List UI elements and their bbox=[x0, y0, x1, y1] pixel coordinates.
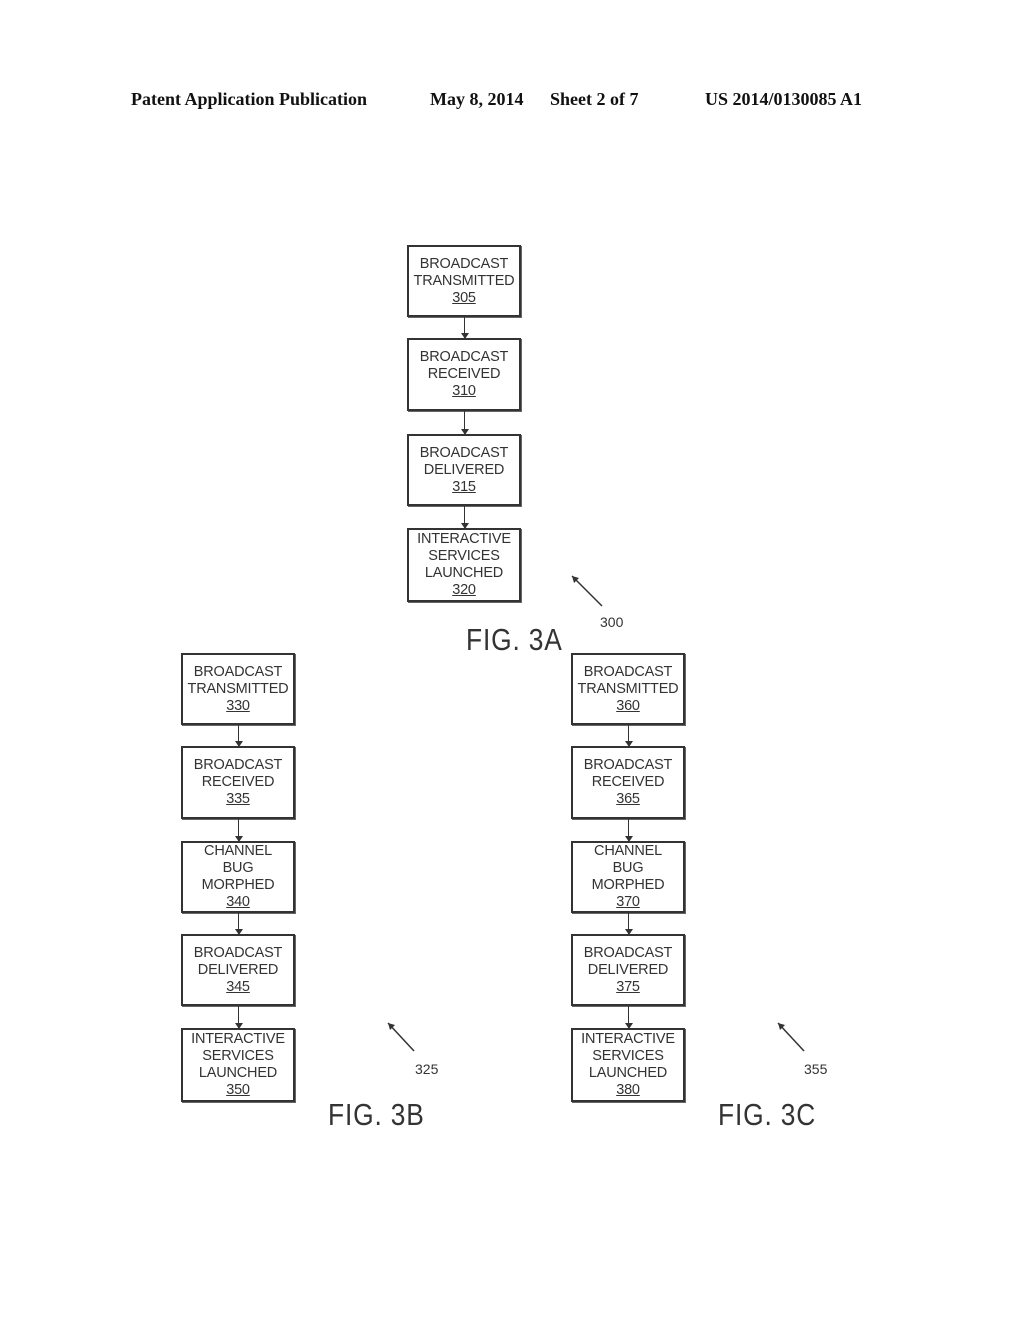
step-text-line: INTERACTIVE bbox=[191, 1031, 285, 1047]
figure-reference-number: 300 bbox=[600, 614, 624, 630]
step-text-line: CHANNEL bbox=[204, 843, 272, 859]
flow-step-365: BROADCAST RECEIVED 365 bbox=[571, 746, 685, 819]
flow-step-350: INTERACTIVE SERVICES LAUNCHED 350 bbox=[181, 1028, 295, 1102]
flow-step-335: BROADCAST RECEIVED 335 bbox=[181, 746, 295, 819]
flow-arrow bbox=[234, 819, 243, 842]
flow-arrow bbox=[234, 725, 243, 747]
flow-arrow bbox=[460, 506, 469, 529]
leader-arrow-icon bbox=[387, 1022, 415, 1052]
flow-step-380: INTERACTIVE SERVICES LAUNCHED 380 bbox=[571, 1028, 685, 1102]
step-text-line: MORPHED bbox=[591, 877, 665, 893]
step-text-line: BROADCAST bbox=[583, 757, 673, 773]
leader-arrow-icon bbox=[571, 575, 603, 607]
step-reference-number: 320 bbox=[452, 582, 476, 598]
step-text-line: INTERACTIVE bbox=[581, 1031, 675, 1047]
flow-step-375: BROADCAST DELIVERED 375 bbox=[571, 934, 685, 1006]
step-reference-number: 380 bbox=[616, 1082, 640, 1098]
flow-step-330: BROADCAST TRANSMITTED 330 bbox=[181, 653, 295, 725]
step-reference-number: 340 bbox=[226, 894, 250, 910]
step-text-line: SERVICES bbox=[202, 1048, 274, 1064]
step-text-line: TRANSMITTED bbox=[413, 272, 515, 289]
step-text-line: LAUNCHED bbox=[198, 1065, 278, 1081]
flow-step-360: BROADCAST TRANSMITTED 360 bbox=[571, 653, 685, 725]
step-reference-number: 345 bbox=[226, 978, 250, 995]
step-text-line: DELIVERED bbox=[197, 961, 279, 978]
step-text-line: RECEIVED bbox=[591, 774, 665, 790]
step-reference-number: 360 bbox=[616, 697, 640, 714]
step-text-line: BUG bbox=[612, 860, 644, 876]
flow-arrow bbox=[460, 411, 469, 435]
step-text-line: BROADCAST bbox=[583, 944, 673, 961]
step-text-line: BUG bbox=[222, 860, 254, 876]
step-text-line: RECEIVED bbox=[201, 774, 275, 790]
publication-title: Patent Application Publication bbox=[131, 89, 368, 109]
flow-step-345: BROADCAST DELIVERED 345 bbox=[181, 934, 295, 1006]
flow-arrow bbox=[624, 819, 633, 842]
step-text-line: LAUNCHED bbox=[588, 1065, 668, 1081]
flow-step-305: BROADCAST TRANSMITTED 305 bbox=[407, 245, 521, 317]
figure-label: FIG. 3A bbox=[466, 622, 563, 657]
figure-label: FIG. 3C bbox=[718, 1097, 817, 1132]
step-text-line: SERVICES bbox=[428, 548, 500, 564]
step-text-line: BROADCAST bbox=[419, 349, 509, 365]
step-reference-number: 375 bbox=[616, 978, 640, 995]
step-reference-number: 370 bbox=[616, 894, 640, 910]
step-text-line: BROADCAST bbox=[419, 444, 509, 461]
step-text-line: LAUNCHED bbox=[424, 565, 504, 581]
flow-step-370: CHANNEL BUG MORPHED 370 bbox=[571, 841, 685, 913]
step-text-line: DELIVERED bbox=[423, 461, 505, 478]
leader-arrow-icon bbox=[777, 1022, 805, 1052]
step-reference-number: 315 bbox=[452, 478, 476, 495]
step-reference-number: 335 bbox=[226, 791, 250, 807]
step-reference-number: 305 bbox=[452, 289, 476, 306]
step-text-line: BROADCAST bbox=[193, 757, 283, 773]
flow-arrow bbox=[624, 725, 633, 747]
flow-step-320: INTERACTIVE SERVICES LAUNCHED 320 bbox=[407, 528, 521, 602]
flow-arrow bbox=[234, 913, 243, 935]
step-text-line: MORPHED bbox=[201, 877, 275, 893]
step-reference-number: 310 bbox=[452, 383, 476, 399]
figure-label: FIG. 3B bbox=[328, 1097, 425, 1132]
step-text-line: TRANSMITTED bbox=[577, 680, 679, 697]
flow-arrow bbox=[234, 1006, 243, 1029]
flow-step-340: CHANNEL BUG MORPHED 340 bbox=[181, 841, 295, 913]
flow-step-310: BROADCAST RECEIVED 310 bbox=[407, 338, 521, 411]
step-text-line: BROADCAST bbox=[193, 663, 283, 680]
step-text-line: TRANSMITTED bbox=[187, 680, 289, 697]
step-text-line: INTERACTIVE bbox=[417, 531, 511, 547]
step-text-line: CHANNEL bbox=[594, 843, 662, 859]
step-reference-number: 350 bbox=[226, 1082, 250, 1098]
step-text-line: SERVICES bbox=[592, 1048, 664, 1064]
step-reference-number: 365 bbox=[616, 791, 640, 807]
step-text-line: BROADCAST bbox=[193, 944, 283, 961]
sheet-number: Sheet 2 of 7 bbox=[550, 89, 639, 109]
flow-arrow bbox=[624, 1006, 633, 1029]
figure-reference-number: 325 bbox=[415, 1061, 439, 1077]
step-text-line: DELIVERED bbox=[587, 961, 669, 978]
step-text-line: RECEIVED bbox=[427, 366, 501, 382]
patent-number: US 2014/0130085 A1 bbox=[705, 89, 863, 109]
step-text-line: BROADCAST bbox=[583, 663, 673, 680]
step-reference-number: 330 bbox=[226, 697, 250, 714]
flow-arrow bbox=[460, 317, 469, 339]
flow-step-315: BROADCAST DELIVERED 315 bbox=[407, 434, 521, 506]
flow-arrow bbox=[624, 913, 633, 935]
publication-date: May 8, 2014 bbox=[430, 89, 524, 109]
figure-reference-number: 355 bbox=[804, 1061, 828, 1077]
step-text-line: BROADCAST bbox=[419, 255, 509, 272]
